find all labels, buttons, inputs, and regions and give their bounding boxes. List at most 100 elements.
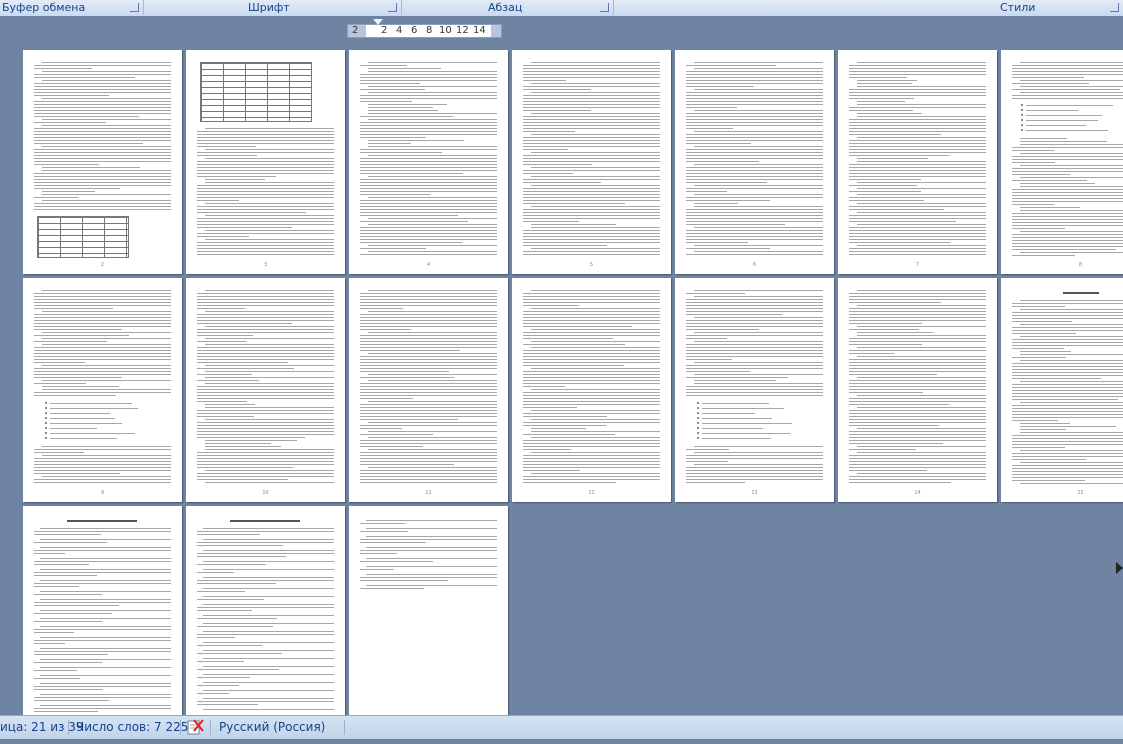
- text-line: [1020, 300, 1123, 301]
- text-line: [34, 605, 120, 606]
- text-line: [360, 89, 426, 90]
- text-line: [531, 389, 660, 390]
- text-line: [849, 353, 895, 354]
- spellcheck-icon[interactable]: [185, 716, 207, 744]
- text-line: [523, 380, 660, 381]
- text-line: [857, 377, 986, 378]
- indent-marker-icon[interactable]: [373, 19, 383, 25]
- page-thumbnail[interactable]: 3: [186, 50, 345, 274]
- page-thumbnail[interactable]: 16: [23, 506, 182, 730]
- text-line: [197, 242, 334, 243]
- text-line: [34, 131, 171, 132]
- text-line: [1020, 80, 1123, 81]
- page-thumbnail[interactable]: 13: [675, 278, 834, 502]
- text-line: [197, 458, 334, 459]
- text-line: [1026, 115, 1103, 116]
- text-line: [686, 458, 823, 459]
- text-line: [523, 245, 607, 246]
- text-line: [1012, 399, 1119, 400]
- text-line: [360, 161, 497, 162]
- text-line: [531, 347, 660, 348]
- page-thumbnail[interactable]: 4: [349, 50, 508, 274]
- page-thumbnail[interactable]: 18: [349, 506, 508, 730]
- text-line: [42, 194, 171, 195]
- text-line: [849, 386, 986, 387]
- text-line: [523, 359, 660, 360]
- page-thumbnail[interactable]: 17: [186, 506, 345, 730]
- text-line: [360, 173, 463, 174]
- text-line: [360, 386, 497, 387]
- dialog-launcher-icon[interactable]: [388, 3, 397, 12]
- page-thumbnail[interactable]: 7: [838, 50, 997, 274]
- text-line: [686, 377, 788, 378]
- text-line: [1020, 177, 1123, 178]
- text-line: [531, 419, 660, 420]
- page-thumbnail[interactable]: 9: [23, 278, 182, 502]
- list-bullet: [697, 422, 699, 424]
- text-line: [1012, 366, 1123, 367]
- text-line: [523, 398, 660, 399]
- text-line: [368, 143, 412, 144]
- text-line: [686, 191, 728, 192]
- text-line: [1012, 306, 1065, 307]
- text-line: [197, 251, 334, 252]
- page-thumbnail[interactable]: 2: [23, 50, 182, 274]
- page-thumbnail[interactable]: 11: [349, 278, 508, 502]
- text-line: [686, 350, 823, 351]
- text-line: [205, 365, 334, 366]
- text-line: [360, 338, 497, 339]
- text-line: [34, 392, 171, 393]
- text-line: [360, 326, 497, 327]
- text-line: [849, 461, 986, 462]
- text-line: [1012, 444, 1123, 445]
- text-line: [197, 431, 334, 432]
- text-line: [40, 667, 171, 668]
- text-line: [694, 68, 823, 69]
- dialog-launcher-icon[interactable]: [600, 3, 609, 12]
- text-line: [368, 374, 497, 375]
- text-line: [849, 383, 986, 384]
- text-line: [686, 143, 752, 144]
- text-line: [1012, 237, 1123, 238]
- page-thumbnail[interactable]: 14: [838, 278, 997, 502]
- status-word-count[interactable]: Число слов: 7 225: [76, 716, 188, 738]
- text-line: [849, 434, 986, 435]
- text-line: [360, 98, 497, 99]
- text-line: [686, 371, 751, 372]
- text-line: [34, 113, 171, 114]
- page-thumbnail[interactable]: 10: [186, 278, 345, 502]
- page-thumbnail[interactable]: 5: [512, 50, 671, 274]
- text-line: [1012, 477, 1123, 478]
- ruler-right-margin: [491, 25, 501, 37]
- text-line: [368, 437, 497, 438]
- text-line: [360, 347, 497, 348]
- text-line: [702, 433, 790, 434]
- text-line: [523, 158, 660, 159]
- status-page-count[interactable]: ица: 21 из 39: [0, 716, 84, 738]
- text-line: [360, 242, 462, 243]
- page-thumbnail[interactable]: 12: [512, 278, 671, 502]
- dialog-launcher-icon[interactable]: [130, 3, 139, 12]
- text-line: [360, 125, 497, 126]
- page-thumbnail[interactable]: 15: [1001, 278, 1123, 502]
- horizontal-ruler[interactable]: 2 2 4 6 8 10 12 14: [347, 19, 502, 38]
- page-thumbnail[interactable]: 6: [675, 50, 834, 274]
- list-bullet: [45, 417, 47, 419]
- text-line: [34, 686, 171, 687]
- text-line: [1012, 342, 1123, 343]
- dialog-launcher-icon[interactable]: [1110, 3, 1119, 12]
- text-line: [360, 164, 497, 165]
- status-language[interactable]: Русский (Россия): [219, 716, 325, 738]
- text-line: [849, 65, 986, 66]
- text-line: [197, 218, 334, 219]
- text-line: [523, 101, 660, 102]
- text-line: [1020, 351, 1071, 352]
- text-line: [686, 218, 823, 219]
- text-line: [523, 146, 660, 147]
- text-line: [360, 458, 497, 459]
- text-line: [197, 583, 276, 584]
- text-line: [694, 194, 823, 195]
- text-line: [368, 71, 497, 72]
- text-line: [34, 479, 171, 480]
- page-thumbnail[interactable]: 8: [1001, 50, 1123, 274]
